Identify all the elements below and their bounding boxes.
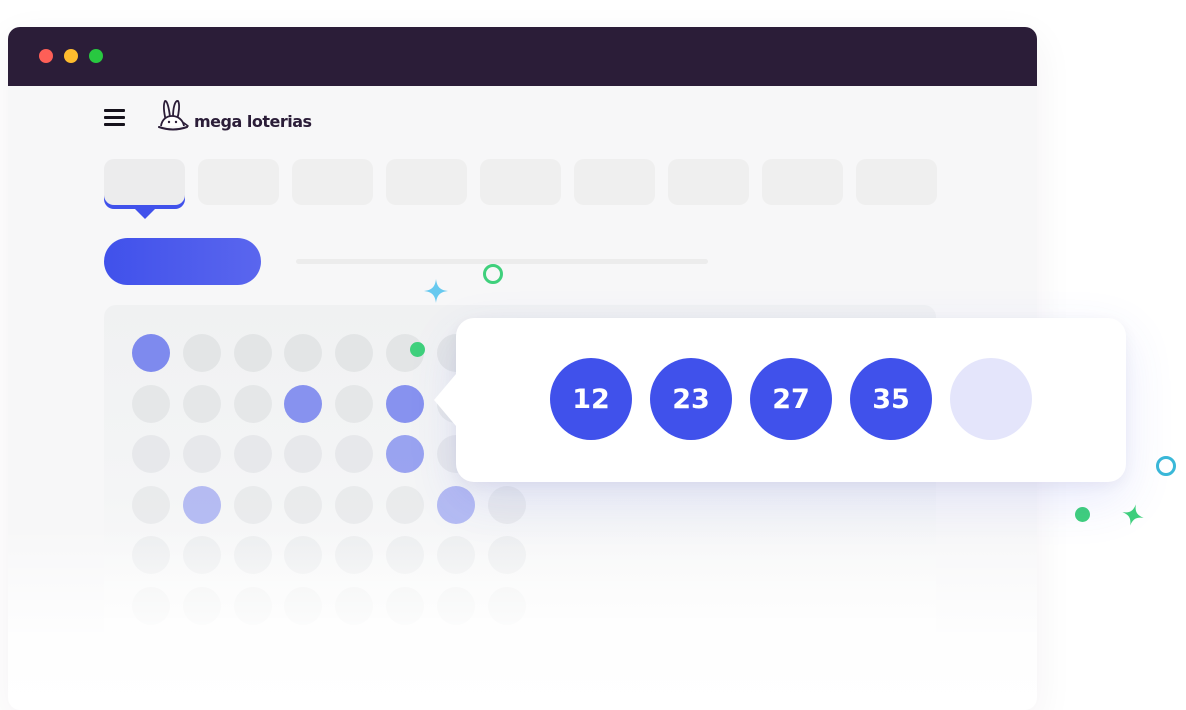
grid-ball[interactable] [335,485,374,524]
drawn-number-ball: 12 [550,358,632,440]
lottery-tab-9[interactable] [856,159,937,205]
lottery-tab-5[interactable] [480,159,561,205]
grid-ball-selected[interactable] [132,334,170,372]
green-sparkle-icon [1122,504,1144,526]
grid-ball[interactable] [335,587,374,625]
grid-ball[interactable] [233,334,272,372]
grid-ball[interactable] [182,334,221,372]
rabbit-logo-icon [158,100,189,131]
grid-ball[interactable] [487,485,526,524]
site-logo[interactable]: mega loterias [158,97,312,133]
drawn-numbers-card: 12 23 27 35 [434,318,1126,482]
close-window-dot[interactable] [39,49,53,63]
cyan-ring-icon [1156,456,1176,476]
grid-ball[interactable] [233,587,272,625]
grid-ball[interactable] [132,485,170,524]
grid-ball[interactable] [487,587,526,625]
maximize-window-dot[interactable] [89,49,103,63]
grid-ball[interactable] [386,485,424,524]
logo-wordmark: mega loterias [194,112,312,131]
grid-ball[interactable] [436,536,475,575]
lottery-tab-3[interactable] [292,159,373,205]
empty-number-slot [950,358,1032,440]
grid-ball[interactable] [132,587,170,625]
drawn-number-ball: 27 [750,358,832,440]
minimize-window-dot[interactable] [64,49,78,63]
grid-ball[interactable] [335,334,374,372]
grid-ball[interactable] [182,536,221,575]
grid-ball[interactable] [284,485,323,524]
drawn-number-ball: 35 [850,358,932,440]
grid-ball[interactable] [386,587,424,625]
grid-ball[interactable] [132,384,170,423]
grid-ball[interactable] [182,587,221,625]
grid-ball[interactable] [132,435,170,474]
sky-sparkle-icon [424,279,448,303]
grid-ball[interactable] [284,587,323,625]
grid-ball[interactable] [233,485,272,524]
grid-ball[interactable] [132,536,170,575]
progress-slider[interactable] [296,259,708,264]
green-dot-icon [1075,507,1090,522]
grid-ball-selected[interactable] [284,384,323,423]
lottery-tab-8[interactable] [762,159,843,205]
drawn-number-ball: 23 [650,358,732,440]
active-tab-pointer [135,209,155,219]
grid-ball-selected[interactable] [182,485,221,524]
grid-ball[interactable] [233,384,272,423]
grid-ball[interactable] [436,587,475,625]
lottery-tab-6[interactable] [574,159,655,205]
hamburger-menu-icon[interactable] [104,109,125,127]
lottery-tab-1[interactable] [104,159,185,205]
card-pointer-arrow [434,374,456,426]
grid-ball[interactable] [182,384,221,423]
grid-ball[interactable] [335,435,374,474]
green-dot-icon [410,342,425,357]
grid-ball[interactable] [487,536,526,575]
grid-ball[interactable] [335,384,374,423]
window-titlebar [8,27,1037,86]
grid-ball-selected[interactable] [436,485,475,524]
grid-ball-selected[interactable] [386,435,424,474]
grid-ball[interactable] [284,536,323,575]
primary-action-button[interactable] [104,238,261,285]
grid-ball[interactable] [386,536,424,575]
lottery-tab-7[interactable] [668,159,749,205]
green-ring-icon [483,264,503,284]
lottery-tab-4[interactable] [386,159,467,205]
grid-ball[interactable] [284,334,323,372]
grid-ball[interactable] [233,536,272,575]
grid-ball[interactable] [284,435,323,474]
grid-ball-selected[interactable] [386,384,424,423]
grid-ball[interactable] [233,435,272,474]
grid-ball[interactable] [182,435,221,474]
lottery-tab-2[interactable] [198,159,279,205]
grid-ball[interactable] [335,536,374,575]
